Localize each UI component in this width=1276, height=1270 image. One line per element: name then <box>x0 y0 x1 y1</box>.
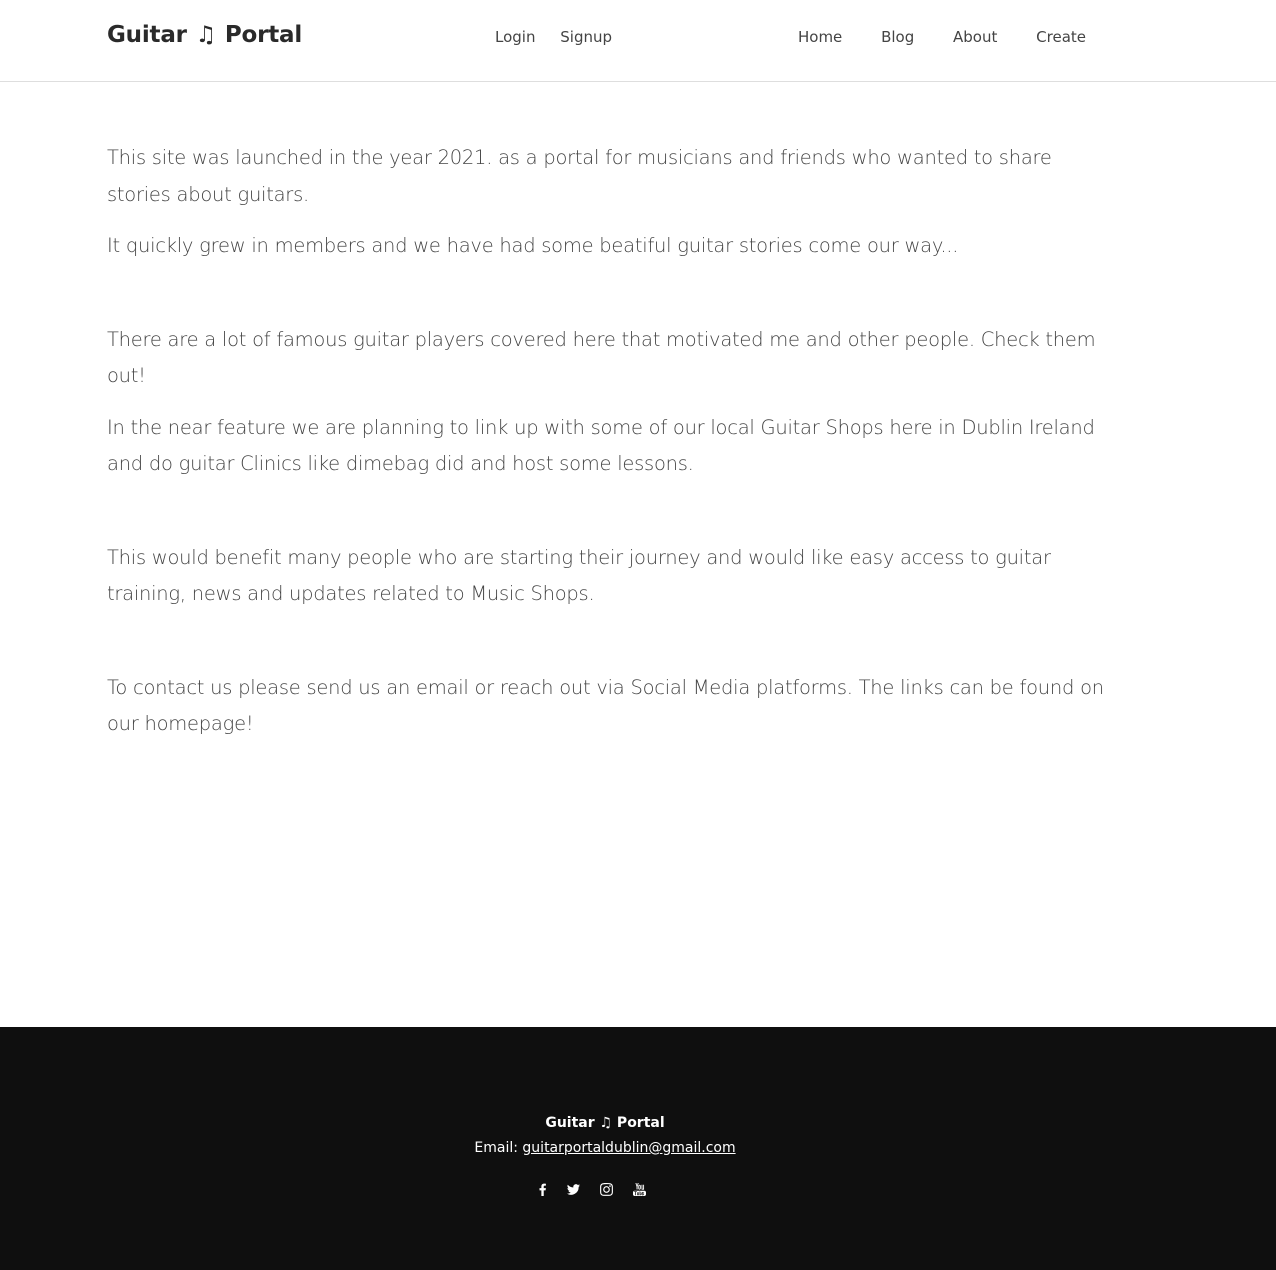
site-footer: Guitar ♫ Portal Email: guitarportaldubli… <box>0 1027 1276 1270</box>
youtube-icon[interactable] <box>629 1180 649 1200</box>
social-links <box>532 1180 652 1200</box>
paragraph-benefits: This would benefit many people who are s… <box>107 545 1051 606</box>
paragraph-contact: To contact us please send us an email or… <box>107 675 1104 736</box>
instagram-icon[interactable] <box>596 1180 616 1200</box>
site-header: Guitar ♫ Portal Login Signup Home Blog A… <box>0 0 1276 82</box>
paragraph-future-plans: In the near feature we are planning to l… <box>107 415 1095 476</box>
facebook-icon[interactable] <box>532 1180 552 1200</box>
brand-text-left: Guitar <box>107 22 187 48</box>
email-link[interactable]: guitarportaldublin@gmail.com <box>522 1140 735 1156</box>
nav-about[interactable]: About <box>953 28 997 46</box>
nav-home[interactable]: Home <box>798 28 842 46</box>
paragraph-famous-players: There are a lot of famous guitar players… <box>107 327 1096 388</box>
paragraph-growth: It quickly grew in members and we have h… <box>107 234 959 257</box>
footer-email: Email: guitarportaldublin@gmail.com <box>0 1140 1210 1156</box>
footer-brand: Guitar ♫ Portal <box>545 1115 665 1131</box>
email-label: Email: <box>474 1140 518 1156</box>
twitter-icon[interactable] <box>563 1180 583 1200</box>
main-nav: Home Blog About Create <box>764 28 1086 46</box>
signup-link[interactable]: Signup <box>560 28 612 46</box>
nav-blog[interactable]: Blog <box>881 28 914 46</box>
auth-links: Login Signup <box>495 28 632 46</box>
nav-create[interactable]: Create <box>1036 28 1086 46</box>
login-link[interactable]: Login <box>495 28 535 46</box>
music-note-icon: ♫ <box>195 22 217 48</box>
brand-text-right: Portal <box>224 22 303 48</box>
paragraph-launch: This site was launched in the year 2021.… <box>107 146 1052 206</box>
brand-logo[interactable]: Guitar ♫ Portal <box>107 22 302 48</box>
about-content: This site was launched in the year 2021.… <box>107 140 1107 743</box>
